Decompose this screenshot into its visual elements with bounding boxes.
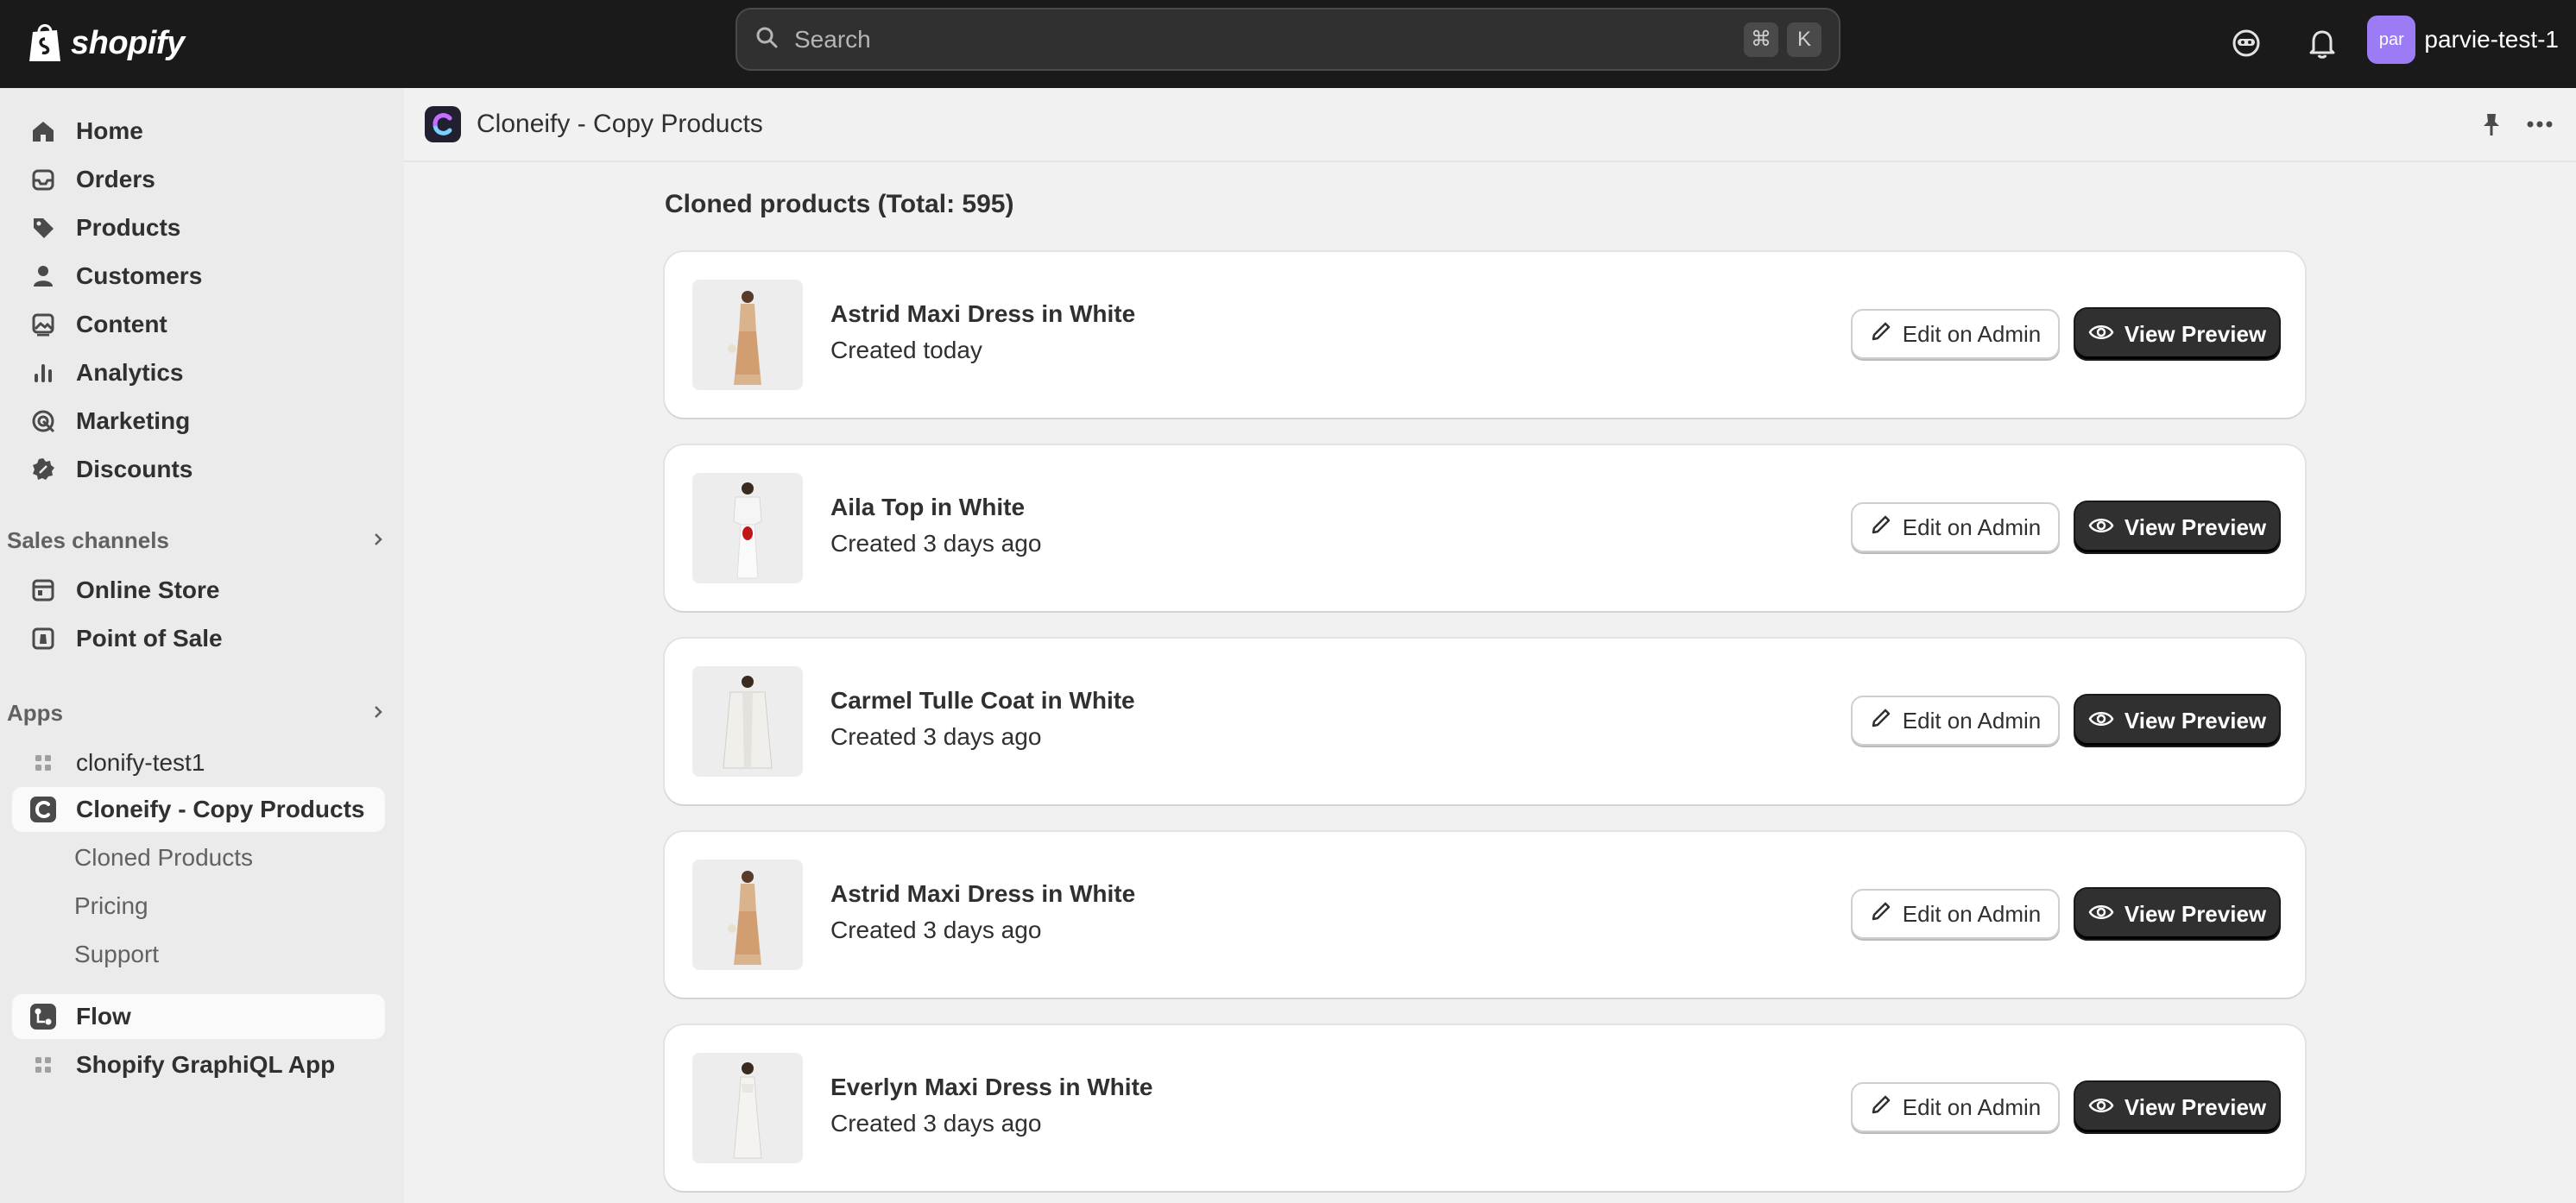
sidebar-subitem-pricing[interactable]: Pricing — [74, 886, 148, 926]
page-title: Cloned products (Total: 595) — [665, 190, 1014, 218]
apps-section[interactable]: Apps — [7, 694, 387, 732]
sidebar-item-online-store[interactable]: Online Store — [12, 568, 385, 613]
product-name: Astrid Maxi Dress in White — [830, 300, 1136, 327]
sidebar-item-home[interactable]: Home — [12, 109, 385, 154]
pin-icon[interactable] — [2472, 105, 2510, 143]
pencil-icon — [1870, 513, 1892, 542]
shopify-wordmark: shopify — [71, 24, 185, 61]
product-created: Created today — [830, 337, 982, 363]
sales-channels-section[interactable]: Sales channels — [7, 521, 387, 559]
sidebar-item-products[interactable]: Products — [12, 205, 385, 250]
eye-icon — [2088, 514, 2114, 541]
store-menu[interactable]: par parvie-test-1 — [2367, 16, 2559, 64]
sidebar-item-clonify-test1[interactable]: clonify-test1 — [12, 740, 385, 785]
sidebar: Home Orders Products Customers Content A… — [0, 88, 404, 1203]
shopify-bag-icon — [26, 20, 64, 67]
product-created: Created 3 days ago — [830, 530, 1042, 557]
product-created: Created 3 days ago — [830, 723, 1042, 750]
cloneify-icon — [28, 794, 59, 825]
home-icon — [28, 116, 59, 147]
sidebar-item-customers[interactable]: Customers — [12, 254, 385, 299]
cloneify-app-icon — [425, 106, 461, 142]
chevron-right-icon — [369, 700, 387, 727]
pencil-icon — [1870, 900, 1892, 929]
shopify-logo[interactable]: shopify — [26, 17, 185, 69]
shortcut-key-k: K — [1787, 22, 1822, 57]
eye-icon — [2088, 708, 2114, 734]
avatar: par — [2367, 16, 2416, 64]
product-card: Carmel Tulle Coat in White Created 3 day… — [665, 639, 2305, 804]
search-bar[interactable]: Search ⌘ K — [736, 8, 1840, 71]
more-options-icon[interactable] — [2521, 105, 2559, 143]
bar-chart-icon — [28, 357, 59, 388]
eye-icon — [2088, 901, 2114, 928]
sidebar-item-flow[interactable]: Flow — [12, 994, 385, 1039]
edit-on-admin-button[interactable]: Edit on Admin — [1851, 1082, 2060, 1132]
image-icon — [28, 309, 59, 340]
flow-icon — [28, 1001, 59, 1032]
product-thumbnail[interactable] — [692, 860, 803, 970]
eye-icon — [2088, 321, 2114, 348]
app-title: Cloneify - Copy Products — [477, 110, 763, 138]
sidebar-item-analytics[interactable]: Analytics — [12, 350, 385, 395]
app-grid-icon — [28, 747, 59, 778]
person-icon — [28, 261, 59, 292]
eye-icon — [2088, 1094, 2114, 1121]
sidebar-subitem-support[interactable]: Support — [74, 935, 159, 974]
sidebar-item-cloneify[interactable]: Cloneify - Copy Products — [12, 787, 385, 832]
pos-icon — [28, 623, 59, 654]
product-thumbnail[interactable] — [692, 280, 803, 390]
view-preview-button[interactable]: View Preview — [2075, 502, 2279, 552]
sidebar-item-discounts[interactable]: Discounts — [12, 447, 385, 492]
search-placeholder: Search — [794, 25, 871, 53]
sidebar-subitem-cloned-products[interactable]: Cloned Products — [74, 838, 253, 878]
app-header: Cloneify - Copy Products — [404, 88, 2576, 162]
product-thumbnail[interactable] — [692, 473, 803, 583]
bell-icon[interactable] — [2301, 22, 2343, 64]
product-created: Created 3 days ago — [830, 1110, 1042, 1137]
pencil-icon — [1870, 707, 1892, 735]
inbox-icon — [28, 164, 59, 195]
product-created: Created 3 days ago — [830, 916, 1042, 943]
edit-on-admin-button[interactable]: Edit on Admin — [1851, 309, 2060, 359]
view-preview-button[interactable]: View Preview — [2075, 309, 2279, 359]
sidekick-icon[interactable] — [2226, 22, 2267, 64]
product-thumbnail[interactable] — [692, 1053, 803, 1163]
storefront-icon — [28, 575, 59, 606]
discount-icon — [28, 454, 59, 485]
sidebar-item-point-of-sale[interactable]: Point of Sale — [12, 616, 385, 661]
target-icon — [28, 406, 59, 437]
app-grid-icon — [28, 1049, 59, 1080]
view-preview-button[interactable]: View Preview — [2075, 1082, 2279, 1132]
search-icon — [754, 25, 779, 54]
product-name: Everlyn Maxi Dress in White — [830, 1074, 1153, 1100]
pencil-icon — [1870, 320, 1892, 349]
sidebar-item-orders[interactable]: Orders — [12, 157, 385, 202]
product-card: Everlyn Maxi Dress in White Created 3 da… — [665, 1025, 2305, 1191]
edit-on-admin-button[interactable]: Edit on Admin — [1851, 696, 2060, 746]
shortcut-key-cmd: ⌘ — [1744, 22, 1778, 57]
edit-on-admin-button[interactable]: Edit on Admin — [1851, 502, 2060, 552]
sidebar-item-content[interactable]: Content — [12, 302, 385, 347]
product-card: Astrid Maxi Dress in White Created 3 day… — [665, 832, 2305, 998]
product-name: Astrid Maxi Dress in White — [830, 880, 1136, 907]
product-name: Aila Top in White — [830, 494, 1026, 520]
product-card: Astrid Maxi Dress in White Created today… — [665, 252, 2305, 418]
store-name: parvie-test-1 — [2424, 26, 2559, 53]
product-thumbnail[interactable] — [692, 666, 803, 777]
main-area: Cloneify - Copy Products Cloned products… — [404, 88, 2576, 1203]
sidebar-item-graphiql[interactable]: Shopify GraphiQL App — [12, 1042, 385, 1087]
edit-on-admin-button[interactable]: Edit on Admin — [1851, 889, 2060, 939]
top-bar: shopify Search ⌘ K par parvie-test-1 — [0, 0, 2576, 88]
sidebar-item-marketing[interactable]: Marketing — [12, 399, 385, 444]
view-preview-button[interactable]: View Preview — [2075, 889, 2279, 939]
product-card: Aila Top in White Created 3 days ago Edi… — [665, 445, 2305, 611]
product-name: Carmel Tulle Coat in White — [830, 687, 1135, 714]
tag-icon — [28, 212, 59, 243]
view-preview-button[interactable]: View Preview — [2075, 696, 2279, 746]
chevron-right-icon — [369, 527, 387, 554]
pencil-icon — [1870, 1093, 1892, 1122]
